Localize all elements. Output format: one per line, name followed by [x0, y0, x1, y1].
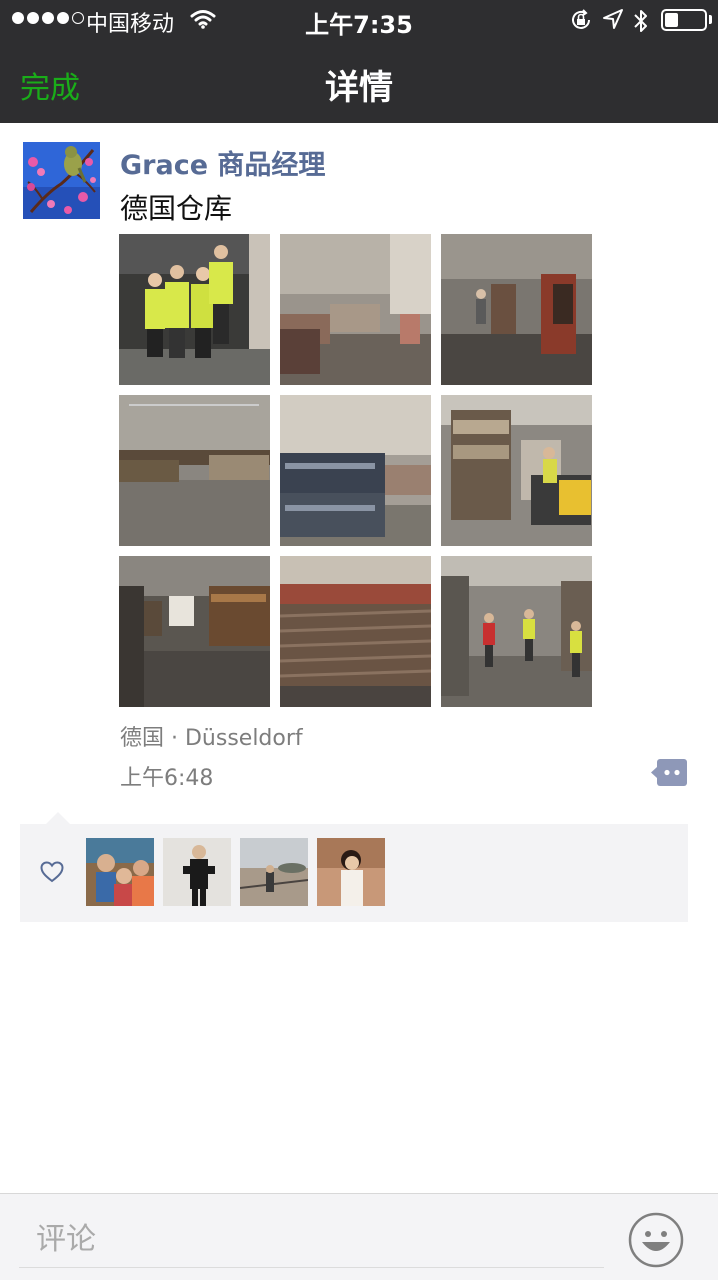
photo-6[interactable]	[441, 395, 592, 546]
location-arrow-icon	[603, 9, 623, 29]
photo-9[interactable]	[441, 556, 592, 707]
like-avatar-3[interactable]	[240, 838, 308, 906]
battery-icon	[661, 9, 707, 31]
lock-rotation-icon	[572, 9, 590, 29]
battery-tip	[709, 15, 712, 24]
post-text: 德国仓库	[120, 192, 233, 225]
like-avatar-4[interactable]	[317, 838, 385, 906]
photo-1[interactable]	[119, 234, 270, 385]
photo-5[interactable]	[280, 395, 431, 546]
comment-icon[interactable]	[651, 759, 687, 786]
post-time: 上午6:48	[120, 766, 214, 791]
emoji-icon[interactable]	[628, 1212, 684, 1268]
photo-4[interactable]	[119, 395, 270, 546]
top-bar: 中国移动 上午7:35 完成 详情	[0, 0, 718, 123]
post-location[interactable]: 德国 · Düsseldorf	[120, 720, 303, 752]
page-title: 详情	[325, 68, 393, 108]
photo-2[interactable]	[280, 234, 431, 385]
comment-bar	[0, 1193, 718, 1280]
like-avatar-1[interactable]	[86, 838, 154, 906]
like-avatar-2[interactable]	[163, 838, 231, 906]
status-bar: 中国移动 上午7:35	[0, 0, 718, 40]
heart-icon	[40, 861, 64, 883]
comment-input[interactable]	[19, 1212, 604, 1268]
photo-3[interactable]	[441, 234, 592, 385]
author-name[interactable]: Grace 商品经理	[120, 143, 325, 182]
bluetooth-icon	[634, 10, 647, 32]
photo-8[interactable]	[280, 556, 431, 707]
battery-fill	[665, 13, 678, 27]
likes-section	[20, 812, 688, 922]
author-avatar[interactable]	[23, 142, 100, 219]
photo-7[interactable]	[119, 556, 270, 707]
